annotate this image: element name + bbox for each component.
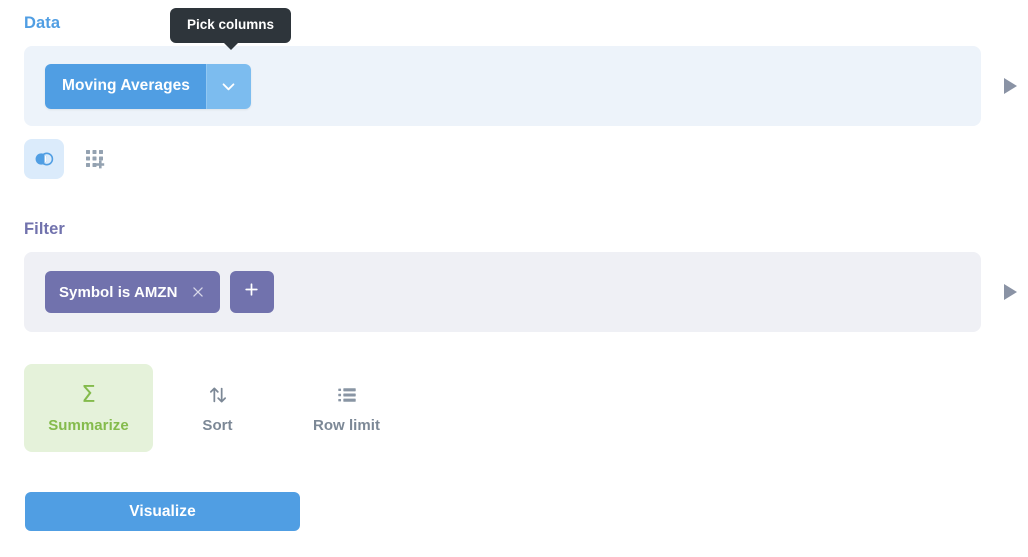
query-notebook-editor: Data Moving Averages Pick columns Filter…: [0, 0, 1028, 557]
data-step-preview-button[interactable]: [998, 74, 1022, 98]
add-step-action-row: Σ Summarize Sort Row limit: [24, 364, 411, 452]
sort-icon: [207, 383, 229, 407]
data-step-title: Data: [24, 14, 61, 32]
pick-columns-tooltip: Pick columns: [170, 8, 292, 50]
chevron-down-icon: [220, 78, 237, 95]
play-icon: [1002, 77, 1018, 95]
summarize-step-label: Summarize: [48, 417, 129, 434]
row-limit-icon: [336, 383, 358, 407]
visualize-button[interactable]: Visualize: [25, 492, 300, 531]
filter-clause-pill[interactable]: Symbol is AMZN: [45, 271, 220, 313]
join-icon: [33, 148, 55, 170]
sort-step-label: Sort: [202, 417, 233, 434]
data-source-pill[interactable]: Moving Averages: [45, 63, 251, 109]
filter-step-title: Filter: [24, 220, 65, 238]
close-icon[interactable]: [189, 283, 207, 301]
visualize-button-label: Visualize: [129, 502, 196, 520]
add-column-icon: [85, 149, 105, 169]
tooltip-text: Pick columns: [187, 17, 275, 32]
data-step-action-row: [24, 139, 115, 179]
plus-icon: [243, 281, 260, 303]
custom-column-button[interactable]: [75, 139, 115, 179]
sigma-icon: Σ: [81, 381, 96, 408]
pick-columns-button[interactable]: [205, 63, 251, 109]
row-limit-step-button[interactable]: Row limit: [282, 364, 411, 452]
join-data-button[interactable]: [24, 139, 64, 179]
tooltip-arrow-icon: [222, 41, 239, 50]
play-icon: [1002, 283, 1018, 301]
filter-step-preview-button[interactable]: [998, 280, 1022, 304]
row-limit-step-label: Row limit: [312, 417, 381, 434]
add-filter-button[interactable]: [229, 271, 274, 313]
filter-step-body: Symbol is AMZN: [24, 252, 981, 332]
filter-clause-label: Symbol is AMZN: [59, 283, 178, 301]
data-step-body: Moving Averages: [24, 46, 981, 126]
data-source-name[interactable]: Moving Averages: [45, 63, 206, 109]
summarize-step-button[interactable]: Σ Summarize: [24, 364, 153, 452]
sort-step-button[interactable]: Sort: [153, 364, 282, 452]
